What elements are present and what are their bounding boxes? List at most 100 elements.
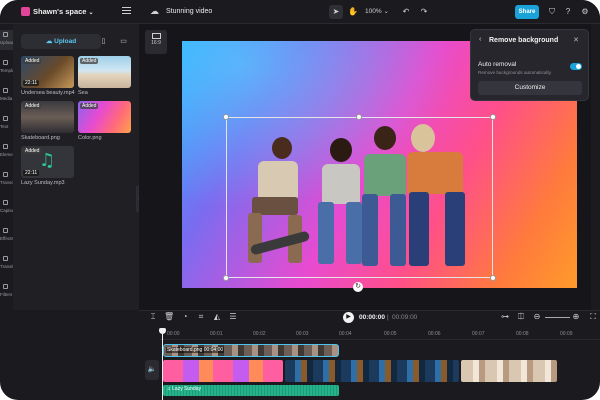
- zoom-value: 100%: [365, 8, 382, 15]
- added-badge: Added: [23, 58, 42, 64]
- fit-timeline-icon[interactable]: ⛶: [588, 312, 598, 322]
- phone-upload-icon[interactable]: ▯: [96, 34, 111, 49]
- aspect-ratio-button[interactable]: 16:9: [145, 30, 167, 54]
- close-icon[interactable]: ✕: [573, 36, 579, 44]
- rail-item-text[interactable]: Text: [0, 114, 13, 134]
- media-item-color[interactable]: Added Color.png: [78, 101, 131, 141]
- selection-box[interactable]: [226, 117, 493, 278]
- resize-handle-top-right[interactable]: [490, 114, 496, 120]
- clip-undersea[interactable]: [285, 360, 459, 382]
- upload-icon: [3, 32, 8, 37]
- app-logo-icon[interactable]: [21, 7, 30, 16]
- split-icon[interactable]: ⌶: [148, 312, 158, 322]
- clip-sea[interactable]: [461, 360, 557, 382]
- media-item-sea[interactable]: Added Sea: [78, 56, 131, 96]
- settings-gear-icon[interactable]: ⚙: [580, 7, 590, 17]
- ruler-tick: 00:03: [296, 331, 309, 337]
- media-item-lazy-sunday[interactable]: Added ♫ 22:11 Lazy Sunday.mp3: [21, 146, 74, 186]
- crop-icon[interactable]: ⌗: [196, 312, 206, 322]
- ruler-tick: 00:08: [516, 331, 529, 337]
- help-icon[interactable]: ?: [563, 7, 573, 17]
- rail-item-filters[interactable]: Filters: [0, 282, 13, 302]
- zoom-in-icon[interactable]: ⊕: [571, 312, 581, 322]
- rail-item-elements[interactable]: Elements: [0, 142, 19, 162]
- auto-removal-toggle[interactable]: [570, 63, 582, 70]
- media-item-undersea[interactable]: Added 22:11 Undersea beauty.mp4: [21, 56, 75, 96]
- added-badge: Added: [80, 103, 99, 109]
- media-name: Sea: [78, 90, 88, 96]
- captions-edit-icon[interactable]: ☰: [228, 312, 238, 322]
- hand-tool-icon[interactable]: ✋: [347, 5, 359, 19]
- timeline-ruler[interactable]: [160, 328, 600, 340]
- chevron-down-icon: ⌄: [88, 10, 94, 16]
- captions-icon: [3, 200, 8, 205]
- resize-handle-bottom-right[interactable]: [490, 275, 496, 281]
- undo-icon[interactable]: ↶: [400, 5, 412, 19]
- rotate-handle-icon[interactable]: ↻: [353, 282, 363, 292]
- shield-icon[interactable]: ⛉: [547, 7, 557, 17]
- resize-handle-top[interactable]: [356, 114, 362, 120]
- ruler-tick: 00:06: [428, 331, 441, 337]
- filters-icon: [3, 284, 8, 289]
- media-name: Undersea beauty.mp4: [21, 90, 75, 96]
- transitions-icon: [3, 256, 8, 261]
- media-thumbnail: Added: [78, 56, 131, 88]
- clip-label: Skateboard.png 00:04:00: [166, 347, 225, 353]
- rail-item-transcript[interactable]: Transcript: [0, 170, 20, 190]
- media-name: Lazy Sunday.mp3: [21, 180, 65, 186]
- clip-color[interactable]: [163, 360, 283, 382]
- magnet-icon[interactable]: ⊶: [500, 312, 510, 322]
- rail-item-templates[interactable]: Templates: [0, 58, 21, 78]
- select-tool-icon[interactable]: ➤: [329, 5, 343, 19]
- customize-button[interactable]: Customize: [478, 81, 582, 95]
- media-item-skateboard[interactable]: Added Skateboard.png: [21, 101, 74, 141]
- cloud-sync-icon[interactable]: ☁: [150, 7, 159, 16]
- zoom-dropdown[interactable]: 100% ⌄: [363, 5, 391, 19]
- ruler-tick: 00:01: [210, 331, 223, 337]
- left-tool-rail: Upload Templates Media Text Elements Tra…: [0, 24, 22, 324]
- ruler-tick: 00:07: [472, 331, 485, 337]
- redo-icon[interactable]: ↷: [418, 5, 430, 19]
- split-screen-icon[interactable]: ⎅: [516, 312, 526, 322]
- resize-handle-bottom-left[interactable]: [223, 275, 229, 281]
- clip-audio-lazy-sunday[interactable]: ♫ Lazy Sunday: [163, 385, 339, 396]
- transcript-icon: [3, 172, 8, 177]
- media-thumbnail: Added: [78, 101, 131, 133]
- zoom-out-icon[interactable]: ⊖: [532, 312, 542, 322]
- media-thumbnail: Added 22:11: [21, 56, 74, 88]
- rail-item-transitions[interactable]: Transitions: [0, 254, 22, 274]
- aspect-ratio-label: 16:9: [151, 40, 161, 46]
- flip-icon[interactable]: ◭: [212, 312, 222, 322]
- delete-icon[interactable]: 🗑: [164, 312, 174, 322]
- share-button[interactable]: Share: [515, 5, 539, 19]
- upload-button[interactable]: ☁ Upload: [21, 34, 101, 49]
- menu-icon[interactable]: [122, 7, 131, 15]
- project-title[interactable]: Stunning video: [166, 8, 212, 15]
- text-icon: [3, 116, 8, 121]
- rail-item-upload[interactable]: Upload: [0, 30, 14, 50]
- timeline-zoom-slider[interactable]: [545, 317, 570, 318]
- rail-item-captions[interactable]: Captions: [0, 198, 18, 218]
- effects-icon: [3, 228, 8, 233]
- media-icon: [3, 88, 8, 93]
- ruler-tick: 00:04: [339, 331, 352, 337]
- auto-removal-description: Remove backgrounds automatically.: [478, 70, 552, 75]
- aspect-ratio-icon: [151, 33, 161, 39]
- resize-handle-top-left[interactable]: [223, 114, 229, 120]
- track-volume-icon[interactable]: 🔈: [145, 360, 159, 380]
- rail-item-media[interactable]: Media: [0, 86, 13, 106]
- remove-background-popup: ‹ Remove background ✕ Auto removal Remov…: [470, 29, 589, 101]
- back-arrow-icon[interactable]: ‹: [479, 36, 481, 43]
- clip-skateboard[interactable]: Skateboard.png 00:04:00: [163, 344, 339, 357]
- speed-icon[interactable]: ◔: [180, 312, 190, 322]
- auto-removal-label: Auto removal: [478, 61, 517, 68]
- media-thumbnail: Added ♫ 22:11: [21, 146, 74, 178]
- playhead[interactable]: [159, 328, 166, 400]
- record-video-icon[interactable]: ▭: [116, 34, 131, 49]
- workspace-switcher[interactable]: Shawn's space ⌄: [33, 7, 94, 16]
- popup-title: Remove background: [489, 37, 559, 44]
- rail-item-effects[interactable]: Effects: [0, 226, 14, 246]
- duration-label: 22:11: [23, 170, 40, 176]
- play-button[interactable]: ▶: [343, 312, 354, 323]
- top-bar: Shawn's space ⌄ ☁ Stunning video ➤ ✋ 100%…: [0, 0, 600, 24]
